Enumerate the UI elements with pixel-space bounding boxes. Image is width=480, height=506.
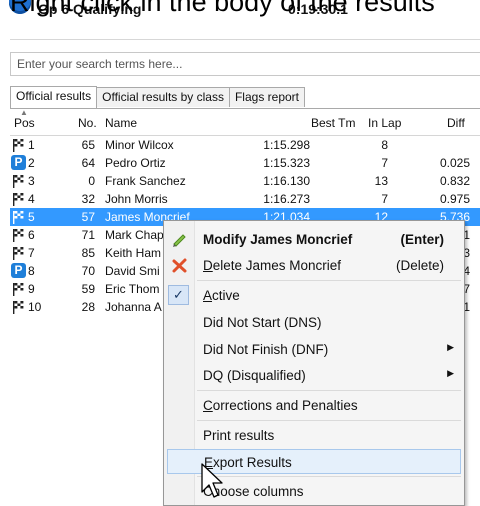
menu-item-did-not-start[interactable]: Did Not Start (DNS) <box>164 310 464 335</box>
driver-name-cell: Mark Chap <box>105 228 164 242</box>
car-number-cell: 85 <box>81 246 95 260</box>
menu-item-modify-shortcut: (Enter) <box>400 232 445 247</box>
best-time-cell: 1:16.130 <box>263 174 310 188</box>
checkered-flag-icon <box>13 139 24 152</box>
menu-item-disqualified[interactable]: DQ (Disqualified) ▶ <box>164 363 464 388</box>
menu-item-corrections-label: Corrections and Penalties <box>203 398 358 413</box>
checkered-flag-icon <box>13 301 24 314</box>
menu-separator <box>197 390 461 391</box>
column-header-diff[interactable]: Diff <box>447 116 465 130</box>
column-header-no[interactable]: No. <box>78 116 97 130</box>
driver-name-cell: Keith Ham <box>105 246 162 260</box>
tab-official-results-by-class[interactable]: Official results by class <box>96 87 230 107</box>
checkered-flag-icon <box>13 193 24 206</box>
menu-item-delete-label: Delete James Moncrief <box>203 258 342 273</box>
menu-separator <box>197 420 461 421</box>
menu-item-active[interactable]: ✓ Active <box>164 283 464 308</box>
car-number-cell: 64 <box>81 156 95 170</box>
search-input[interactable] <box>10 52 480 76</box>
column-header-best-time[interactable]: Best Tm <box>311 116 355 130</box>
checkered-flag-icon <box>13 211 24 224</box>
in-lap-cell: 13 <box>374 174 388 188</box>
diff-cell: 0.025 <box>440 156 471 170</box>
car-number-cell: 28 <box>81 300 95 314</box>
car-number-cell: 71 <box>81 228 95 242</box>
diff-cell: 0.975 <box>440 192 471 206</box>
position-cell: 2 <box>28 156 35 170</box>
tab-flags-report[interactable]: Flags report <box>228 87 305 107</box>
car-number-cell: 70 <box>81 264 95 278</box>
menu-item-dns-label: Did Not Start (DNS) <box>203 315 322 330</box>
menu-item-modify[interactable]: Modify James Moncrief (Enter) <box>164 227 464 252</box>
table-header: ▲ Pos No. Name Best Tm In Lap Diff <box>10 108 480 136</box>
checkered-flag-icon <box>13 175 24 188</box>
driver-name-cell: Minor Wilcox <box>105 138 174 152</box>
submenu-arrow-icon: ▶ <box>447 342 454 352</box>
menu-item-delete-shortcut: (Delete) <box>395 258 444 273</box>
menu-item-delete[interactable]: Delete James Moncrief (Delete) <box>164 253 464 278</box>
menu-item-active-label: Active <box>203 288 240 303</box>
menu-item-dq-label: DQ (Disqualified) <box>203 368 306 383</box>
in-lap-cell: 7 <box>381 192 388 206</box>
results-tabs: Official results Official results by cla… <box>10 86 305 109</box>
driver-name-cell: Eric Thom <box>105 282 160 296</box>
position-cell: 4 <box>28 192 35 206</box>
driver-name-cell: Frank Sanchez <box>105 174 186 188</box>
checkered-flag-icon <box>13 283 24 296</box>
header-divider <box>10 39 480 40</box>
submenu-arrow-icon: ▶ <box>447 368 454 378</box>
menu-separator <box>197 280 461 281</box>
checkered-flag-icon <box>13 247 24 260</box>
car-number-cell: 57 <box>81 210 95 224</box>
driver-name-cell: John Morris <box>105 192 168 206</box>
pencil-icon <box>173 234 186 247</box>
position-cell: 8 <box>28 264 35 278</box>
driver-name-cell: David Smi <box>105 264 160 278</box>
checkered-flag-icon <box>13 229 24 242</box>
table-row[interactable]: 1 65 Minor Wilcox 1:15.298 8 <box>10 136 480 154</box>
delete-x-icon <box>172 258 187 273</box>
driver-name-cell: Pedro Ortiz <box>105 156 166 170</box>
table-row[interactable]: 4 32 John Morris 1:16.273 7 0.975 <box>10 190 480 208</box>
car-number-cell: 32 <box>81 192 95 206</box>
menu-item-print-label: Print results <box>203 428 275 443</box>
position-cell: 5 <box>28 210 35 224</box>
mouse-pointer-icon <box>201 463 223 498</box>
position-cell: 3 <box>28 174 35 188</box>
column-header-pos[interactable]: Pos <box>14 116 35 130</box>
position-cell: 7 <box>28 246 35 260</box>
best-time-cell: 1:15.323 <box>263 156 310 170</box>
in-lap-cell: 7 <box>381 156 388 170</box>
best-time-cell: 1:16.273 <box>263 192 310 206</box>
tab-official-results[interactable]: Official results <box>10 86 98 109</box>
column-header-in-lap[interactable]: In Lap <box>368 116 401 130</box>
car-number-cell: 65 <box>81 138 95 152</box>
pit-icon: P <box>11 155 26 170</box>
table-row[interactable]: P 2 64 Pedro Ortiz 1:15.323 7 0.025 <box>10 154 480 172</box>
position-cell: 9 <box>28 282 35 296</box>
position-cell: 10 <box>28 300 42 314</box>
table-row[interactable]: 3 0 Frank Sanchez 1:16.130 13 0.832 <box>10 172 480 190</box>
menu-item-did-not-finish[interactable]: Did Not Finish (DNF) ▶ <box>164 337 464 362</box>
checkmark-icon: ✓ <box>168 285 189 305</box>
car-number-cell: 0 <box>88 174 95 188</box>
pit-icon: P <box>11 263 26 278</box>
menu-separator <box>197 476 461 477</box>
menu-item-corrections[interactable]: Corrections and Penalties <box>164 393 464 418</box>
in-lap-cell: 8 <box>381 138 388 152</box>
column-header-name[interactable]: Name <box>105 116 137 130</box>
position-cell: 1 <box>28 138 35 152</box>
menu-item-print-results[interactable]: Print results <box>164 423 464 448</box>
best-time-cell: 1:15.298 <box>263 138 310 152</box>
menu-item-modify-label: Modify James Moncrief <box>203 232 353 247</box>
position-cell: 6 <box>28 228 35 242</box>
diff-cell: 0.832 <box>440 174 471 188</box>
tutorial-caption: Right click in the body of the results <box>10 0 435 17</box>
menu-item-dnf-label: Did Not Finish (DNF) <box>203 342 329 357</box>
driver-name-cell: Johanna A <box>105 300 162 314</box>
car-number-cell: 59 <box>81 282 95 296</box>
